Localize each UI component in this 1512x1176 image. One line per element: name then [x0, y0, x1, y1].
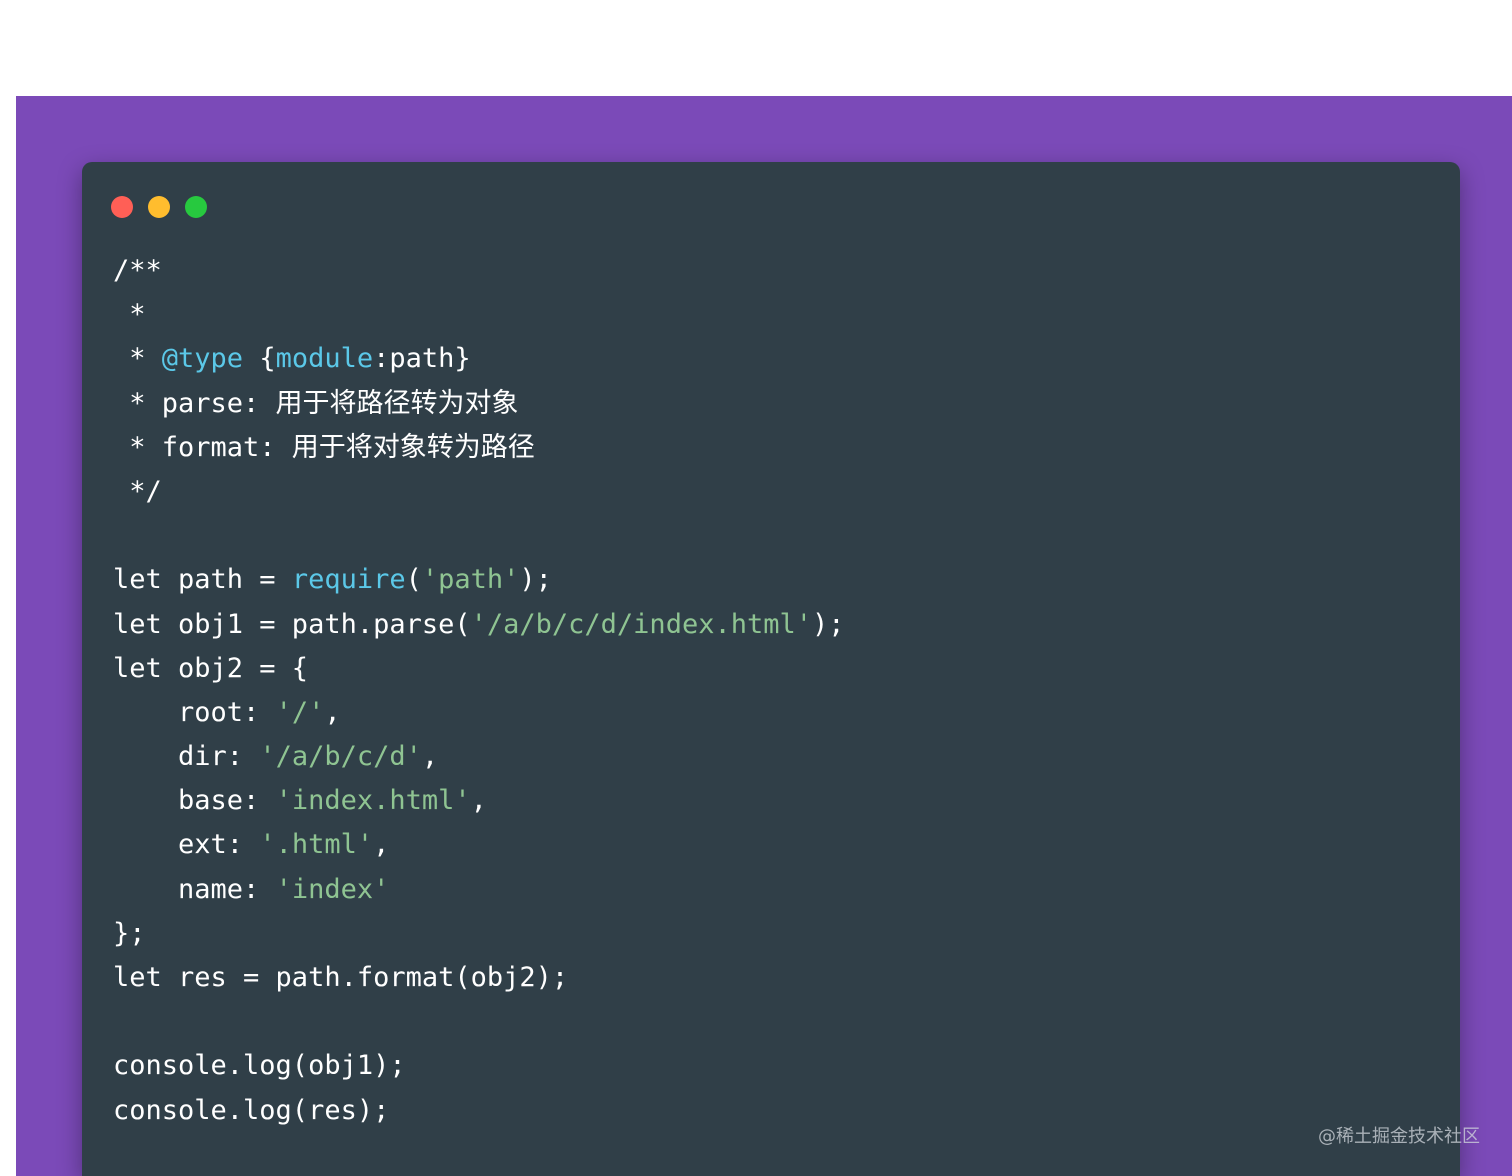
code-line: * parse: 用于将路径转为对象 [113, 382, 845, 426]
code-token: '.html' [259, 829, 374, 861]
code-token: let path = [113, 564, 292, 596]
code-token: dir: [113, 741, 260, 773]
code-token: 'index.html' [275, 785, 471, 817]
maximize-dot-icon[interactable] [185, 196, 207, 218]
code-line: console.log(obj1); [113, 1044, 845, 1088]
code-token: ); [812, 608, 845, 640]
code-token: console.log(res); [113, 1094, 390, 1126]
code-line: let res = path.format(obj2); [113, 956, 845, 1000]
code-line: dir: '/a/b/c/d', [113, 735, 845, 779]
code-line: ext: '.html', [113, 823, 845, 867]
code-token: { [243, 343, 276, 375]
code-line: * @type {module:path} [113, 337, 845, 381]
code-token: , [470, 785, 487, 817]
code-token: , [324, 696, 341, 728]
code-token: /** [113, 255, 162, 286]
code-line: console.log(res); [113, 1089, 845, 1133]
code-token: let res = path.format(obj2); [113, 962, 569, 993]
code-token: :path} [373, 343, 471, 375]
code-token: '/a/b/c/d/index.html' [470, 608, 812, 640]
code-token: '/' [275, 696, 325, 728]
code-line: let path = require('path'); [113, 558, 845, 602]
code-token: module [275, 343, 374, 375]
code-block: /** * * @type {module:path} * parse: 用于将… [113, 249, 845, 1133]
code-line: * format: 用于将对象转为路径 [113, 426, 845, 470]
code-token: * parse: 用于将路径转为对象 [113, 387, 519, 419]
code-token: base: [113, 785, 276, 817]
close-dot-icon[interactable] [111, 196, 133, 218]
code-token: * format: 用于将对象转为路径 [113, 431, 535, 463]
code-line: }; [113, 912, 845, 956]
code-token: let obj1 = path.parse( [113, 608, 471, 640]
code-token: , [373, 829, 390, 861]
code-token: ( [405, 564, 422, 596]
code-token: ); [519, 564, 552, 596]
code-token: * [113, 299, 146, 331]
code-line: name: 'index' [113, 868, 845, 912]
code-line: */ [113, 470, 845, 514]
code-token: name: [113, 873, 276, 905]
code-line: root: '/', [113, 691, 845, 735]
code-line: base: 'index.html', [113, 779, 845, 823]
code-token: , [421, 741, 439, 773]
code-token: ext: [113, 829, 260, 861]
code-token: * [113, 343, 162, 375]
code-token: }; [113, 917, 146, 949]
code-line: let obj1 = path.parse('/a/b/c/d/index.ht… [113, 603, 845, 647]
code-token: '/a/b/c/d' [259, 741, 422, 773]
minimize-dot-icon[interactable] [148, 196, 170, 218]
code-token: 'path' [421, 564, 520, 596]
code-token: @type [161, 343, 244, 375]
code-token: require [291, 564, 406, 596]
code-line: * [113, 293, 845, 337]
watermark: @稀土掘金技术社区 [1318, 1126, 1480, 1147]
code-token: 'index' [275, 873, 390, 905]
code-token: root: [113, 696, 276, 728]
code-token: let obj2 = { [113, 652, 309, 684]
code-line: /** [113, 249, 845, 293]
code-token: console.log(obj1); [113, 1050, 406, 1082]
code-line: let obj2 = { [113, 647, 845, 691]
code-token: */ [113, 475, 162, 507]
